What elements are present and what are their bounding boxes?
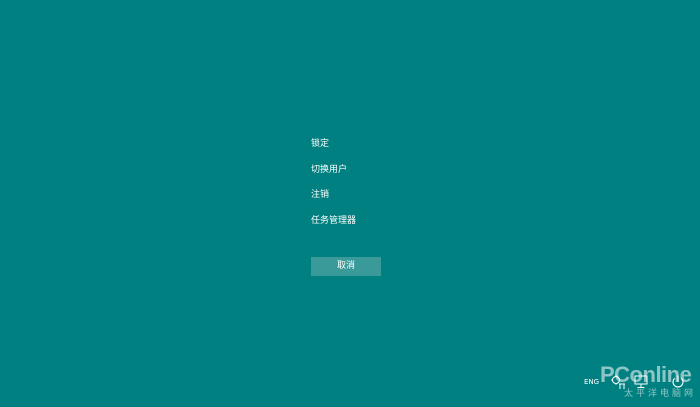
power-icon[interactable] <box>669 373 687 391</box>
network-icon[interactable] <box>632 373 650 391</box>
language-indicator[interactable]: ENG <box>584 373 599 391</box>
secure-attention-screen: 锁定 切换用户 注销 任务管理器 取消 ENG PConline 太平洋电脑网 <box>0 0 700 407</box>
ease-of-access-icon[interactable] <box>609 373 627 391</box>
cancel-button[interactable]: 取消 <box>311 257 381 276</box>
menu-item-switch-user[interactable]: 切换用户 <box>311 163 451 177</box>
options-menu: 锁定 切换用户 注销 任务管理器 <box>311 137 451 239</box>
menu-item-task-manager[interactable]: 任务管理器 <box>311 214 451 228</box>
menu-item-lock[interactable]: 锁定 <box>311 137 451 151</box>
menu-item-sign-out[interactable]: 注销 <box>311 188 451 202</box>
